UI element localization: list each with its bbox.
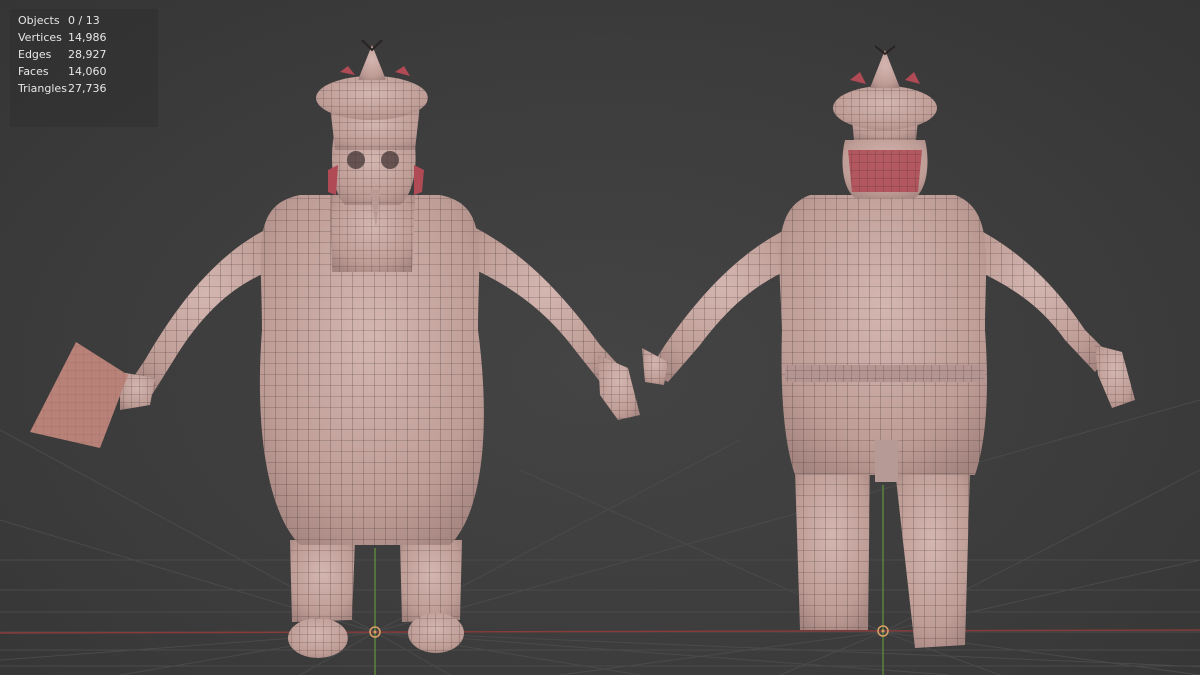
cleaver-icon xyxy=(30,342,128,448)
stat-label-faces: Faces xyxy=(18,65,49,78)
stat-label-vertices: Vertices xyxy=(18,31,62,44)
stat-label-objects: Objects xyxy=(18,14,60,27)
statistics-overlay: Objects 0 / 13 Vertices 14,986 Edges 28,… xyxy=(10,9,158,127)
stat-value-vertices: 14,986 xyxy=(68,31,107,44)
stat-value-objects: 0 / 13 xyxy=(68,14,100,27)
stat-value-faces: 14,060 xyxy=(68,65,107,78)
stat-row-faces: Faces 14,060 xyxy=(18,64,158,80)
stat-row-vertices: Vertices 14,986 xyxy=(18,30,158,46)
stat-value-triangles: 27,736 xyxy=(68,82,107,95)
stat-row-objects: Objects 0 / 13 xyxy=(18,13,158,29)
viewport-scene xyxy=(0,39,1200,675)
floor-grid xyxy=(0,399,1200,675)
3d-viewport[interactable]: Objects 0 / 13 Vertices 14,986 Edges 28,… xyxy=(0,0,1200,675)
stat-row-triangles: Triangles 27,736 xyxy=(18,81,158,97)
stat-value-edges: 28,927 xyxy=(68,48,107,61)
chef-character-front-icon[interactable] xyxy=(30,39,640,658)
stat-row-edges: Edges 28,927 xyxy=(18,47,158,63)
stat-label-edges: Edges xyxy=(18,48,52,61)
stat-label-triangles: Triangles xyxy=(18,82,67,95)
